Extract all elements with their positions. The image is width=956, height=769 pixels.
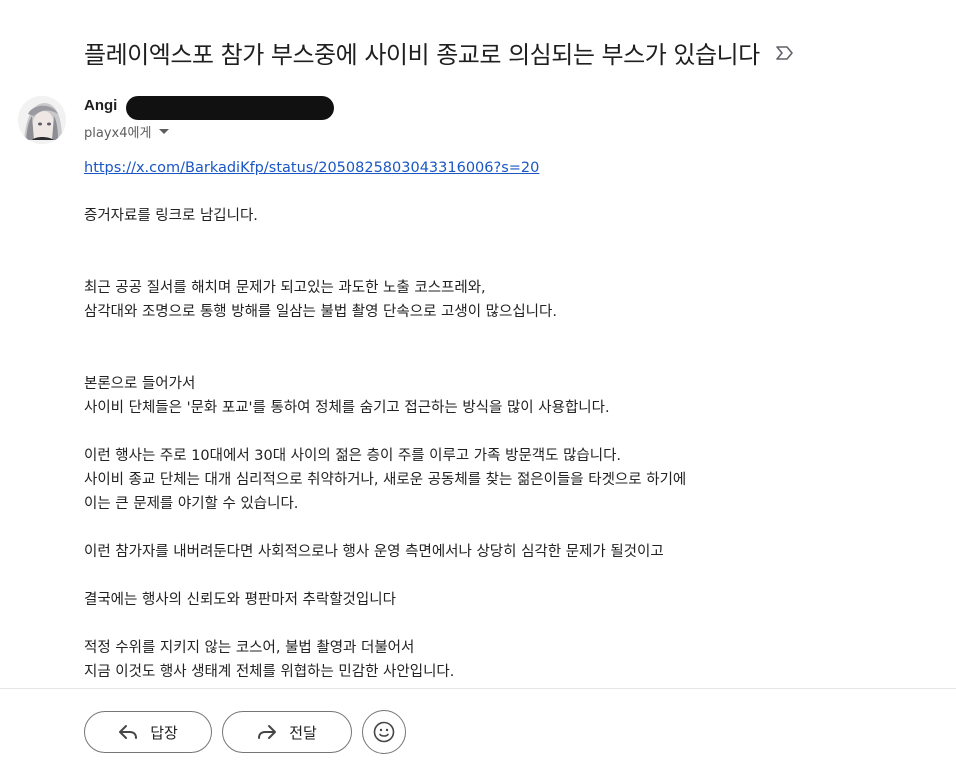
emoji-icon — [373, 721, 395, 743]
email-body: https://x.com/BarkadiKfp/status/20508258… — [84, 156, 944, 688]
body-line: 삼각대와 조명으로 통행 방해를 일삼는 불법 촬영 단속으로 고생이 많으십니… — [84, 304, 557, 320]
label-importance-icon[interactable] — [775, 45, 794, 60]
reply-label: 답장 — [150, 723, 178, 742]
reply-actions: 답장 전달 — [84, 710, 406, 754]
sender-name: Angi — [84, 97, 118, 114]
reply-button[interactable]: 답장 — [84, 711, 212, 753]
forward-label: 전달 — [289, 723, 317, 742]
sender-avatar[interactable] — [18, 96, 66, 144]
body-line: 이는 큰 문제를 야기할 수 있습니다. — [84, 496, 299, 512]
body-line: 이런 참가자를 내버려둔다면 사회적으로나 행사 운영 측면에서나 상당히 심각… — [84, 544, 664, 560]
body-line: 최근 공공 질서를 해치며 문제가 되고있는 과도한 노출 코스프레와, — [84, 280, 486, 296]
recipient-row[interactable]: playx4에게 — [84, 122, 170, 141]
body-line: 사이비 종교 단체는 대개 심리적으로 취약하거나, 새로운 공동체를 찾는 젊… — [84, 472, 687, 488]
forward-icon — [258, 725, 277, 739]
reply-icon — [119, 725, 138, 739]
emoji-reaction-button[interactable] — [362, 710, 406, 754]
divider — [0, 688, 956, 689]
chevron-down-icon[interactable] — [159, 129, 170, 134]
body-line: 사이비 단체들은 '문화 포교'를 통하여 정체를 숨기고 접근하는 방식을 많… — [84, 400, 610, 416]
recipient-label: playx4에게 — [84, 126, 152, 141]
evidence-link[interactable]: https://x.com/BarkadiKfp/status/20508258… — [84, 160, 539, 176]
body-line: 결국에는 행사의 신뢰도와 평판마저 추락할것입니다 — [84, 592, 396, 608]
subject-row: 플레이엑스포 참가 부스중에 사이비 종교로 의심되는 부스가 있습니다 — [84, 30, 944, 74]
email-subject: 플레이엑스포 참가 부스중에 사이비 종교로 의심되는 부스가 있습니다 — [84, 40, 760, 69]
body-line: 이런 행사는 주로 10대에서 30대 사이의 젊은 층이 주를 이루고 가족 … — [84, 448, 622, 464]
body-paragraph: 증거자료를 링크로 남깁니다. — [84, 208, 258, 224]
body-line: 본론으로 들어가서 — [84, 376, 196, 392]
body-line: 지금 이것도 행사 생태계 전체를 위협하는 민감한 사안입니다. — [84, 664, 455, 680]
redaction-bar — [126, 96, 334, 120]
forward-button[interactable]: 전달 — [222, 711, 352, 753]
body-line: 적정 수위를 지키지 않는 코스어, 불법 촬영과 더불어서 — [84, 640, 415, 656]
